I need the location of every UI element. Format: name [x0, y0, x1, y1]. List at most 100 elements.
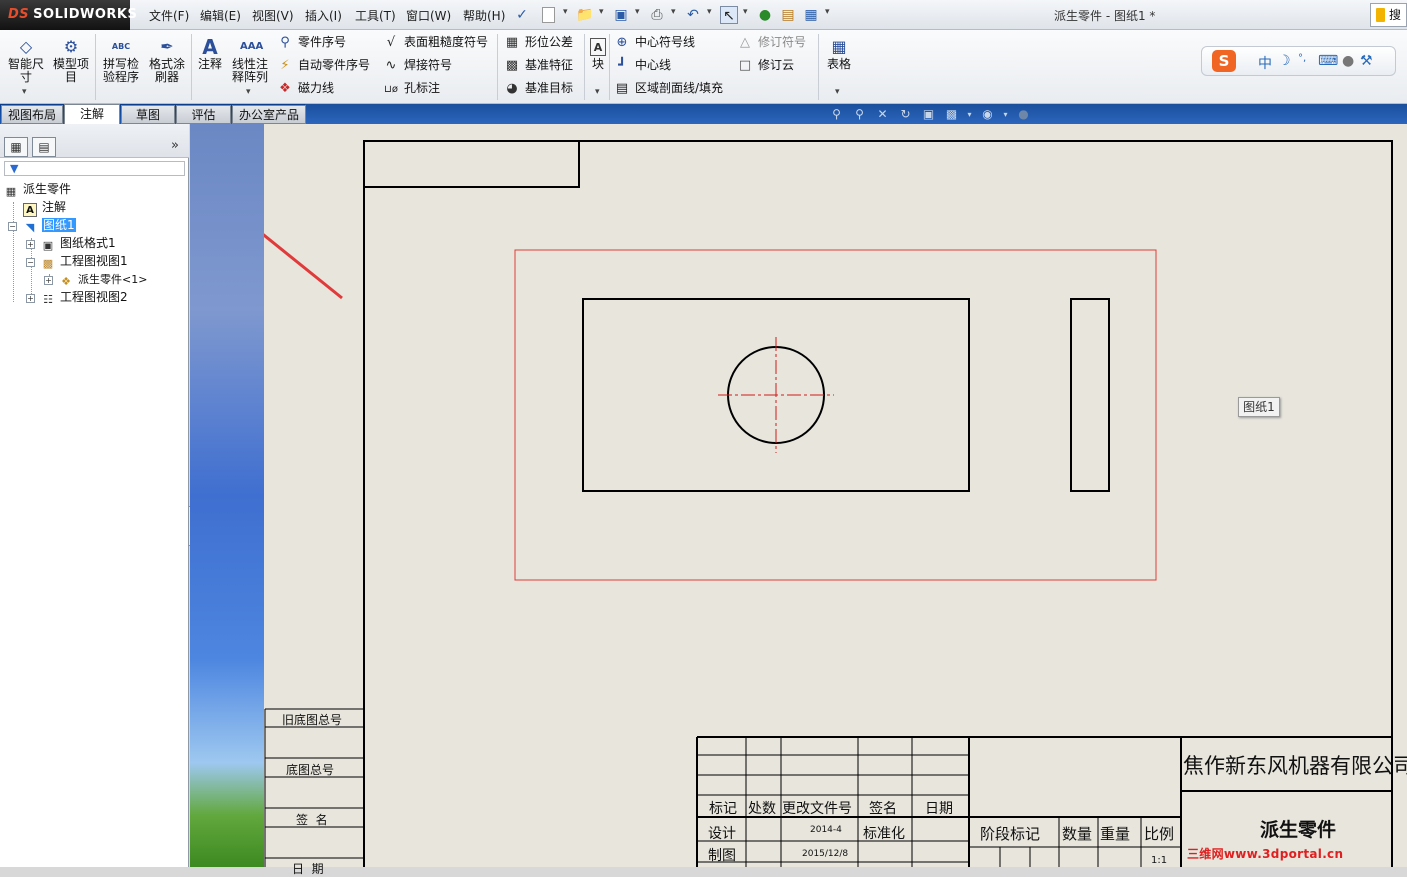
tree-item-sheet-format[interactable]: + ▣ 图纸格式1 — [26, 234, 116, 252]
tab-view-layout[interactable]: 视图布局 — [1, 105, 63, 124]
note-label: 注释 — [197, 57, 222, 71]
block-button[interactable]: A 块 — [589, 38, 607, 71]
centerline-button[interactable]: ┛ 中心线 — [614, 57, 671, 74]
model-items-button[interactable]: ⚙ 模型项目 — [53, 38, 89, 84]
balloon-button[interactable]: ⚲ 零件序号 — [277, 34, 346, 51]
collapse-toggle[interactable]: − — [8, 222, 17, 231]
hide-show-dropdown-icon[interactable]: ▾ — [998, 107, 1013, 122]
datum-feature-button[interactable]: ▩ 基准特征 — [504, 57, 573, 74]
auto-balloon-button[interactable]: ⚡ 自动零件序号 — [277, 57, 370, 74]
previous-view-icon[interactable]: ✕ — [875, 107, 890, 122]
tree-item-annotations[interactable]: A 注解 — [23, 198, 66, 217]
moon-icon[interactable]: ☽ — [1278, 53, 1291, 69]
appearance-icon[interactable]: ● — [1016, 107, 1031, 122]
zoom-to-fit-icon[interactable]: ⚲ — [829, 107, 844, 122]
new-dropdown-icon[interactable]: ▾ — [563, 7, 568, 17]
side-view-outline[interactable] — [1070, 298, 1110, 492]
wrench-icon[interactable]: ⚒ — [1360, 53, 1373, 69]
revision-symbol-button[interactable]: △ 修订符号 — [737, 34, 806, 51]
undo-dropdown-icon[interactable]: ▾ — [707, 7, 712, 17]
rebuild-icon[interactable]: ● — [756, 6, 774, 24]
tree-item-sheet1[interactable]: − ◥ 图纸1 — [8, 216, 76, 234]
select-arrow-icon[interactable]: ↖ — [720, 6, 738, 24]
rev-header-mark: 标记 — [709, 801, 737, 817]
undo-icon[interactable]: ↶ — [684, 6, 702, 24]
revision-cloud-button[interactable]: □ 修订云 — [737, 57, 794, 74]
table-button[interactable]: ▦ 表格 — [824, 38, 854, 71]
tree-filter[interactable]: ▼ — [4, 161, 185, 176]
linear-note-pattern-label: 线性注释阵列 — [231, 57, 268, 84]
options-dropdown-icon[interactable]: ▾ — [825, 7, 830, 17]
ime-mode-toggle[interactable]: 中 — [1258, 53, 1272, 73]
pin-icon[interactable]: ✓ — [513, 6, 531, 24]
surface-finish-button[interactable]: √ 表面粗糙度符号 — [383, 34, 488, 51]
center-mark-button[interactable]: ⊕ 中心符号线 — [614, 34, 695, 51]
table-dropdown-icon[interactable]: ▾ — [835, 87, 840, 97]
block-dropdown-icon[interactable]: ▾ — [595, 87, 600, 97]
property-manager-tab-icon[interactable]: ▤ — [32, 137, 56, 157]
geometric-tolerance-button[interactable]: ▦ 形位公差 — [504, 34, 573, 51]
smart-dimension-dropdown-icon[interactable]: ▾ — [22, 87, 27, 97]
menu-edit[interactable]: 编辑(E) — [200, 7, 241, 24]
solidworks-logo[interactable]: DS SOLIDWORKS — [0, 0, 137, 30]
ime-toolbar[interactable]: S 中 ☽ °, ⌨ ● ⚒ — [1201, 46, 1396, 76]
tree-item-drawing-view2[interactable]: + ☷ 工程图视图2 — [26, 288, 128, 306]
tab-evaluate[interactable]: 评估 — [176, 105, 231, 124]
menu-help[interactable]: 帮助(H) — [463, 7, 505, 24]
search-tab[interactable]: 搜 — [1370, 3, 1407, 27]
datum-target-button[interactable]: ◕ 基准目标 — [504, 80, 573, 97]
sheet-name-tag[interactable]: 图纸1 — [1238, 397, 1280, 417]
select-dropdown-icon[interactable]: ▾ — [743, 7, 748, 17]
date-label: 日 期 — [292, 862, 324, 876]
menu-window[interactable]: 窗口(W) — [406, 7, 451, 24]
area-hatch-button[interactable]: ▤ 区域剖面线/填充 — [614, 80, 723, 97]
display-style-icon[interactable]: ▩ — [944, 107, 959, 122]
magnetic-line-button[interactable]: ❖ 磁力线 — [277, 80, 334, 97]
display-style-dropdown-icon[interactable]: ▾ — [962, 107, 977, 122]
expand-toggle[interactable]: + — [26, 294, 35, 303]
weld-symbol-button[interactable]: ∿ 焊接符号 — [383, 57, 452, 74]
expand-toggle[interactable]: + — [26, 240, 35, 249]
note-button[interactable]: A 注释 — [196, 37, 224, 71]
print-dropdown-icon[interactable]: ▾ — [671, 7, 676, 17]
menu-view[interactable]: 视图(V) — [252, 7, 294, 24]
expand-panel-icon[interactable]: » — [171, 138, 179, 153]
hole-callout-button[interactable]: ⊔ø 孔标注 — [383, 80, 440, 98]
expand-toggle[interactable]: + — [44, 276, 53, 285]
rotate-view-icon[interactable]: ↻ — [898, 107, 913, 122]
tree-item-derived-part[interactable]: + ❖ 派生零件<1> — [44, 270, 147, 288]
print-icon[interactable]: ⎙ — [648, 6, 666, 24]
centerline-icon: ┛ — [618, 58, 626, 73]
spell-check-button[interactable]: ABC 拼写检验程序 — [101, 38, 141, 84]
collapse-toggle[interactable]: − — [26, 258, 35, 267]
note-pattern-dropdown-icon[interactable]: ▾ — [246, 87, 251, 97]
menu-insert[interactable]: 插入(I) — [305, 7, 342, 24]
save-icon[interactable]: ▣ — [612, 6, 630, 24]
section-view-icon[interactable]: ▣ — [921, 107, 936, 122]
smart-dimension-button[interactable]: ◇ 智能尺寸 — [6, 38, 46, 84]
menu-file[interactable]: 文件(F) — [149, 7, 189, 24]
zoom-to-area-icon[interactable]: ⚲ — [852, 107, 867, 122]
tree-item-root[interactable]: ▦ 派生零件 — [4, 180, 71, 198]
user-icon[interactable]: ● — [1342, 53, 1354, 69]
hole-callout-label: 孔标注 — [404, 81, 441, 95]
new-document-icon[interactable] — [542, 7, 555, 23]
save-dropdown-icon[interactable]: ▾ — [635, 7, 640, 17]
menu-tools[interactable]: 工具(T) — [355, 7, 396, 24]
open-dropdown-icon[interactable]: ▾ — [599, 7, 604, 17]
tab-office-products[interactable]: 办公室产品 — [232, 105, 306, 124]
feature-tree-tab-icon[interactable]: ▦ — [4, 137, 28, 157]
options-icon[interactable]: ▦ — [802, 6, 820, 24]
tab-annotation[interactable]: 注解 — [64, 104, 120, 125]
tab-sketch[interactable]: 草图 — [121, 105, 175, 124]
tree-item-drawing-view1[interactable]: − ▩ 工程图视图1 — [26, 252, 128, 270]
hide-show-items-icon[interactable]: ◉ — [980, 107, 995, 122]
designer-label: 设计 — [708, 826, 736, 842]
keyboard-icon[interactable]: ⌨ — [1318, 53, 1338, 69]
block-label: 块 — [591, 57, 604, 71]
open-folder-icon[interactable]: 📁 — [576, 6, 594, 24]
format-painter-button[interactable]: ✒ 格式涂刷器 — [147, 38, 187, 84]
file-properties-icon[interactable]: ▤ — [779, 6, 797, 24]
punctuation-icon[interactable]: °, — [1298, 53, 1306, 64]
linear-note-pattern-button[interactable]: AAA 线性注释阵列 — [231, 38, 269, 84]
